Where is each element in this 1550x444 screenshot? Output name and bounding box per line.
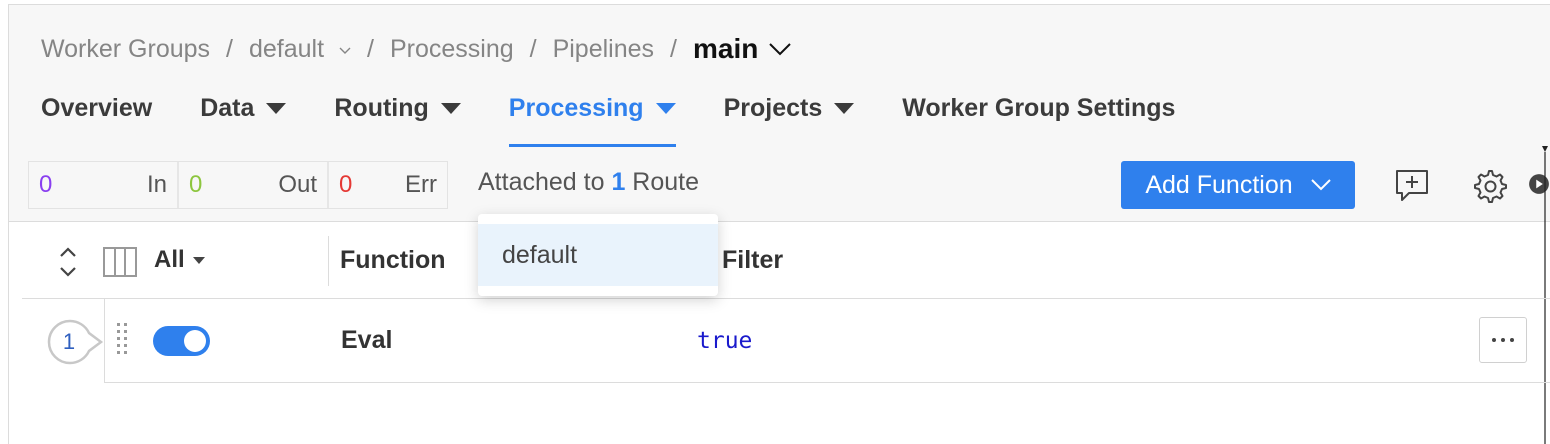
filter-all-label: All	[154, 246, 185, 273]
tab-label: Routing	[334, 93, 429, 122]
tab-routing[interactable]: Routing	[334, 88, 461, 128]
tab-label: Processing	[508, 93, 644, 122]
add-function-button[interactable]: Add Function	[1121, 161, 1355, 209]
column-header-filter: Filter	[722, 246, 784, 274]
drag-handle[interactable]	[116, 322, 130, 365]
breadcrumb-worker-groups[interactable]: Worker Groups	[41, 35, 210, 64]
stat-in-label: In	[146, 171, 167, 198]
route-option-default[interactable]: default	[478, 224, 718, 286]
breadcrumb-pipelines[interactable]: Pipelines	[553, 35, 654, 64]
stat-err: 0 Err	[329, 162, 447, 208]
pipeline-selector[interactable]: main	[693, 33, 792, 65]
function-filter: true	[697, 328, 753, 354]
attached-count: 1	[611, 168, 626, 196]
caret-down-icon	[834, 102, 855, 114]
tab-label: Projects	[723, 93, 823, 122]
add-function-label: Add Function	[1145, 170, 1293, 199]
tab-label: Overview	[41, 93, 153, 122]
attached-routes-link[interactable]: Attached to 1 Route	[478, 168, 699, 197]
stat-out-value: 0	[189, 171, 203, 198]
tab-processing[interactable]: Processing	[508, 88, 676, 147]
breadcrumb-separator: /	[367, 34, 374, 63]
toggle-knob	[184, 330, 206, 352]
columns-toggle[interactable]	[102, 246, 138, 283]
stat-in-value: 0	[39, 171, 53, 198]
sort-icon	[60, 247, 76, 277]
table-row[interactable]	[104, 299, 1550, 383]
breadcrumb-separator: /	[670, 34, 677, 63]
table-header: All Function Filter	[22, 224, 1550, 299]
column-header-function: Function	[340, 246, 446, 274]
breadcrumb-separator: /	[226, 34, 233, 63]
caret-down-icon	[655, 102, 676, 114]
attached-suffix: Route	[632, 168, 700, 196]
column-divider	[328, 236, 329, 286]
stat-out-label: Out	[278, 171, 317, 198]
filter-all-select[interactable]: All	[154, 246, 205, 274]
tab-projects[interactable]: Projects	[724, 88, 855, 128]
breadcrumb-processing[interactable]: Processing	[390, 35, 514, 64]
attached-prefix: Attached to	[478, 168, 605, 196]
tab-label: Data	[200, 93, 255, 122]
more-dot-icon	[1510, 338, 1514, 342]
row-index: 1	[62, 329, 76, 354]
settings-button[interactable]	[1469, 166, 1509, 206]
comment-plus-icon	[1396, 170, 1428, 201]
chevron-down-icon	[339, 47, 351, 54]
more-dot-icon	[1492, 338, 1496, 342]
stat-err-value: 0	[339, 171, 353, 198]
chevron-down-icon	[769, 43, 792, 56]
breadcrumb-default-label: default	[248, 34, 325, 63]
attached-routes-dropdown: default	[478, 214, 718, 296]
page-title: main	[692, 33, 759, 64]
tab-worker-group-settings[interactable]: Worker Group Settings	[902, 88, 1175, 128]
stat-in: 0 In	[29, 162, 179, 208]
worker-group-tabs: Overview Data Routing Processing Project…	[41, 88, 1223, 148]
caret-down-icon	[440, 102, 461, 114]
function-enabled-toggle[interactable]	[153, 326, 210, 356]
more-dot-icon	[1501, 338, 1505, 342]
function-name: Eval	[341, 326, 393, 354]
gear-icon	[1474, 170, 1507, 203]
breadcrumb-default[interactable]: default	[249, 35, 351, 64]
stat-out: 0 Out	[179, 162, 329, 208]
columns-icon	[103, 247, 137, 277]
row-actions-button[interactable]	[1479, 317, 1527, 363]
row-index-badge: 1	[46, 318, 104, 366]
chevron-down-icon	[1310, 179, 1331, 191]
caret-down-icon	[266, 102, 287, 114]
throughput-stats: 0 In 0 Out 0 Err	[28, 161, 448, 209]
tab-data[interactable]: Data	[200, 88, 287, 128]
feedback-button[interactable]	[1392, 166, 1432, 206]
stat-err-label: Err	[405, 171, 437, 198]
drag-handle-icon	[117, 323, 127, 354]
tab-label: Worker Group Settings	[902, 93, 1176, 122]
reorder-toggle[interactable]	[56, 244, 80, 285]
breadcrumb: Worker Groups / default / Processing / P…	[41, 30, 792, 68]
breadcrumb-separator: /	[529, 34, 537, 63]
caret-down-icon	[192, 256, 205, 264]
tab-overview[interactable]: Overview	[41, 88, 152, 128]
